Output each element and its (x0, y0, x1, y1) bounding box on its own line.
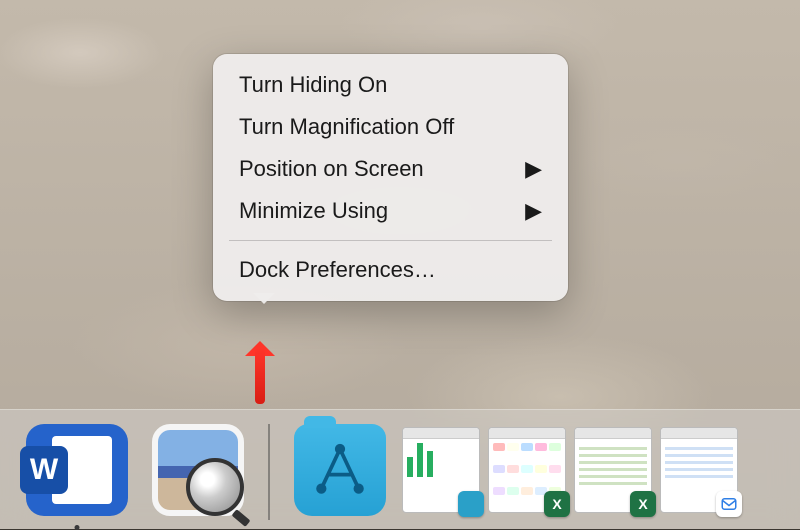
dock-app-word[interactable]: W (26, 424, 128, 516)
menu-item-label: Dock Preferences… (239, 257, 436, 283)
applications-a-icon (312, 442, 368, 498)
word-w-icon: W (20, 446, 68, 494)
menu-item-label: Position on Screen (239, 156, 424, 182)
mail-badge-icon (716, 491, 742, 517)
menu-item-label: Minimize Using (239, 198, 388, 224)
menu-item-turn-magnification-off[interactable]: Turn Magnification Off (213, 106, 568, 148)
menu-item-position-on-screen[interactable]: Position on Screen ▶ (213, 148, 568, 190)
dock-minimized-excel-1[interactable]: X (488, 427, 566, 513)
menu-item-minimize-using[interactable]: Minimize Using ▶ (213, 190, 568, 232)
snagit-badge-icon (458, 491, 484, 517)
dock-context-menu: Turn Hiding On Turn Magnification Off Po… (213, 54, 568, 301)
loupe-icon (186, 458, 244, 516)
dock-minimized-mail[interactable] (660, 427, 738, 513)
dock: W X X (0, 409, 800, 529)
menu-item-dock-preferences[interactable]: Dock Preferences… (213, 249, 568, 291)
menu-separator (229, 240, 552, 241)
menu-item-label: Turn Hiding On (239, 72, 387, 98)
submenu-arrow-icon: ▶ (525, 198, 542, 224)
dock-folder-applications[interactable] (294, 424, 386, 516)
excel-badge-icon: X (544, 491, 570, 517)
dock-app-preview[interactable] (152, 424, 244, 516)
dock-separator[interactable] (268, 424, 270, 520)
dock-minimized-excel-2[interactable]: X (574, 427, 652, 513)
submenu-arrow-icon: ▶ (525, 156, 542, 182)
excel-badge-icon: X (630, 491, 656, 517)
menu-item-label: Turn Magnification Off (239, 114, 454, 140)
menu-item-turn-hiding-on[interactable]: Turn Hiding On (213, 64, 568, 106)
envelope-icon (720, 495, 738, 513)
dock-minimized-snagit[interactable] (402, 427, 480, 513)
